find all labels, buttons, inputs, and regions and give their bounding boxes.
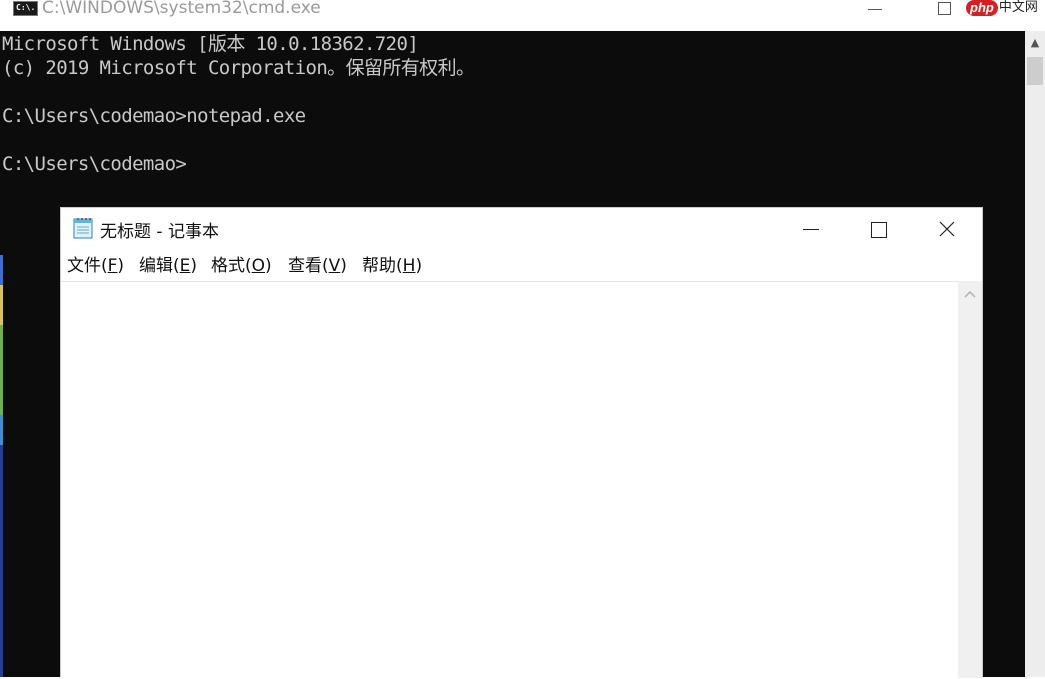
cmd-window-title: C:\WINDOWS\system32\cmd.exe — [42, 0, 321, 18]
notepad-title: 无标题 - 记事本 — [100, 222, 219, 242]
notepad-window[interactable]: 无标题 - 记事本 文件(F) 编辑(E) 格式(O) 查看(V) 帮助(H) — [60, 207, 983, 679]
php-watermark: php 中文网 — [966, 0, 1038, 20]
desktop-strip — [0, 285, 3, 325]
cmd-minimize-button[interactable] — [868, 0, 886, 22]
menu-file[interactable]: 文件(F) — [67, 255, 124, 277]
console-prompt: C:\Users\codemao> — [2, 153, 187, 175]
cmd-titlebar[interactable]: C:\. C:\WINDOWS\system32\cmd.exe php 中文网 — [0, 0, 1045, 31]
desktop-strip — [0, 255, 3, 285]
close-icon — [939, 221, 955, 237]
console-line: C:\Users\codemao>notepad.exe — [2, 105, 306, 127]
minimize-button[interactable] — [783, 208, 843, 252]
cmd-maximize-button[interactable] — [938, 2, 951, 15]
notepad-scrollbar[interactable] — [958, 281, 982, 678]
console-line: Microsoft Windows [版本 10.0.18362.720] — [2, 33, 419, 55]
console-icon-label: C:\. — [16, 3, 36, 12]
notepad-icon — [73, 217, 93, 239]
menu-format[interactable]: 格式(O) — [211, 255, 272, 277]
console-line: (c) 2019 Microsoft Corporation。保留所有权利。 — [2, 57, 475, 79]
notepad-titlebar[interactable]: 无标题 - 记事本 — [61, 208, 982, 252]
maximize-button[interactable] — [848, 208, 908, 252]
desktop-strip — [0, 415, 3, 445]
close-button[interactable] — [916, 208, 976, 252]
watermark-text: 中文网 — [998, 0, 1038, 15]
console-icon: C:\. — [13, 1, 38, 16]
notepad-menubar: 文件(F) 编辑(E) 格式(O) 查看(V) 帮助(H) — [61, 252, 982, 280]
cmd-scroll-thumb[interactable] — [1027, 57, 1043, 85]
desktop-strip — [0, 325, 3, 415]
cmd-scrollbar[interactable]: ▲ — [1025, 31, 1045, 677]
desktop-strip — [0, 445, 3, 677]
notepad-text-area[interactable] — [61, 281, 958, 679]
watermark-badge: php — [966, 0, 998, 16]
chevron-up-icon[interactable]: ▲ — [1025, 31, 1045, 55]
chevron-up-icon[interactable] — [963, 289, 977, 299]
menu-edit[interactable]: 编辑(E) — [139, 255, 197, 277]
menu-help[interactable]: 帮助(H) — [362, 255, 422, 277]
menu-view[interactable]: 查看(V) — [288, 255, 347, 277]
